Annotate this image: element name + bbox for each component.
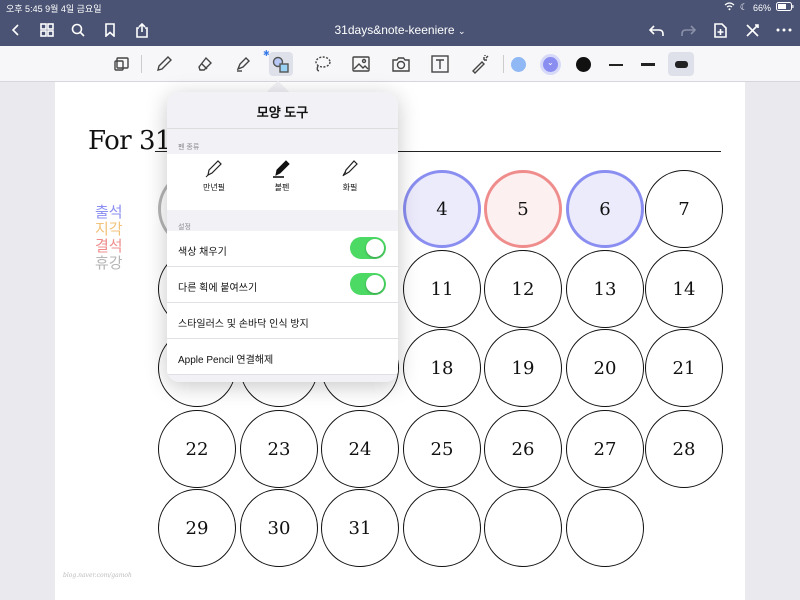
close-edit-icon[interactable]: [742, 20, 762, 40]
day-circle-28[interactable]: 28: [645, 410, 723, 488]
color-swatch-black[interactable]: [576, 57, 591, 72]
day-circle-12[interactable]: 12: [484, 250, 562, 328]
camera-tool-icon[interactable]: [389, 52, 413, 76]
day-circle-21[interactable]: 21: [645, 329, 723, 407]
day-circle-18[interactable]: 18: [403, 329, 481, 407]
battery-percent: 66%: [752, 2, 771, 13]
lasso-tool-icon[interactable]: [310, 52, 334, 76]
chevron-down-icon: ⌄: [457, 26, 466, 36]
empty-day-circle[interactable]: [484, 489, 562, 567]
snap-strokes-row: 다른 획에 붙여쓰기: [167, 267, 398, 303]
day-circle-25[interactable]: 25: [403, 410, 481, 488]
day-circle-26[interactable]: 26: [484, 410, 562, 488]
attendance-legend: 출석 지각 결석 휴강: [95, 204, 135, 272]
day-circle-31[interactable]: 31: [321, 489, 399, 567]
day-circle-27[interactable]: 27: [566, 410, 644, 488]
legend-present: 출석: [95, 204, 123, 221]
stroke-thick[interactable]: [668, 52, 694, 76]
ballpoint-pen-icon: [273, 160, 290, 178]
bluetooth-icon: ✱: [263, 49, 270, 58]
day-circle-30[interactable]: 30: [240, 489, 318, 567]
status-bar: 오후 5:45 9월 4일 금요일 ☾ 66%: [0, 0, 800, 14]
pen-type-section-label: 펜 종류: [178, 144, 200, 151]
day-circle-24[interactable]: 24: [321, 410, 399, 488]
palm-rejection-row[interactable]: 스타일러스 및 손바닥 인식 방지: [167, 303, 398, 339]
pen-option-fountain[interactable]: 만년필: [179, 154, 249, 193]
snap-strokes-toggle[interactable]: [350, 273, 386, 295]
day-circle-4[interactable]: 4: [403, 170, 481, 248]
stroke-thin[interactable]: [609, 64, 623, 66]
day-circle-7[interactable]: 7: [645, 170, 723, 248]
color-swatch-light-blue[interactable]: [511, 57, 526, 72]
legend-absent: 결석: [95, 238, 123, 255]
moon-icon: ☾: [739, 2, 748, 12]
redo-icon[interactable]: [678, 20, 698, 40]
image-tool-icon[interactable]: [349, 52, 373, 76]
day-circle-6[interactable]: 6: [566, 170, 644, 248]
day-circle-14[interactable]: 14: [645, 250, 723, 328]
fill-color-toggle[interactable]: [350, 237, 386, 259]
battery-icon: [776, 2, 794, 13]
nav-bar: 31days&note-keeniere ⌄: [0, 14, 800, 46]
day-circle-29[interactable]: 29: [158, 489, 236, 567]
shape-tool-popover: 모양 도구 펜 종류 만년필 볼펜 화필 설정 색상 채우기 다른 획에 붙여쓰…: [167, 92, 398, 382]
brush-pen-icon: [342, 160, 358, 177]
shape-tool-icon[interactable]: [269, 52, 293, 76]
stroke-medium[interactable]: [641, 63, 655, 66]
popover-title: 모양 도구: [256, 105, 309, 120]
empty-day-circle[interactable]: [403, 489, 481, 567]
legend-late: 지각: [95, 221, 123, 238]
day-circle-11[interactable]: 11: [403, 250, 481, 328]
read-mode-icon[interactable]: [110, 52, 134, 76]
selected-chevron-icon: ⌄: [547, 58, 554, 67]
add-page-icon[interactable]: [710, 20, 730, 40]
watermark: blog.naver.com/gamoh: [63, 572, 132, 579]
wifi-icon: [724, 2, 735, 13]
undo-icon[interactable]: [646, 20, 666, 40]
notebook-page[interactable]: For 31 d 출석 지각 결석 휴강 4 5 6 7 11 12 13 14 18 19 20 2…: [55, 82, 745, 600]
eraser-tool-icon[interactable]: [192, 52, 216, 76]
laser-pointer-icon[interactable]: [468, 52, 492, 76]
pen-type-selector: 만년필 볼펜 화필: [167, 154, 398, 210]
more-icon[interactable]: [774, 20, 794, 40]
pen-tool-icon[interactable]: [152, 52, 176, 76]
day-circle-13[interactable]: 13: [566, 250, 644, 328]
empty-day-circle[interactable]: [566, 489, 644, 567]
day-circle-5[interactable]: 5: [484, 170, 562, 248]
drawing-toolbar: ✱ ⌄: [0, 46, 800, 82]
day-circle-23[interactable]: 23: [240, 410, 318, 488]
highlighter-tool-icon[interactable]: [231, 52, 255, 76]
disconnect-pencil-row[interactable]: Apple Pencil 연결해제: [167, 339, 398, 375]
day-circle-19[interactable]: 19: [484, 329, 562, 407]
pen-option-brush[interactable]: 화필: [315, 154, 385, 193]
day-circle-22[interactable]: 22: [158, 410, 236, 488]
legend-cancelled: 휴강: [95, 255, 123, 272]
fill-color-row: 색상 채우기: [167, 231, 398, 267]
fountain-pen-icon: [205, 160, 222, 178]
text-tool-icon[interactable]: [428, 52, 452, 76]
day-circle-20[interactable]: 20: [566, 329, 644, 407]
pen-option-ballpoint[interactable]: 볼펜: [247, 154, 317, 193]
